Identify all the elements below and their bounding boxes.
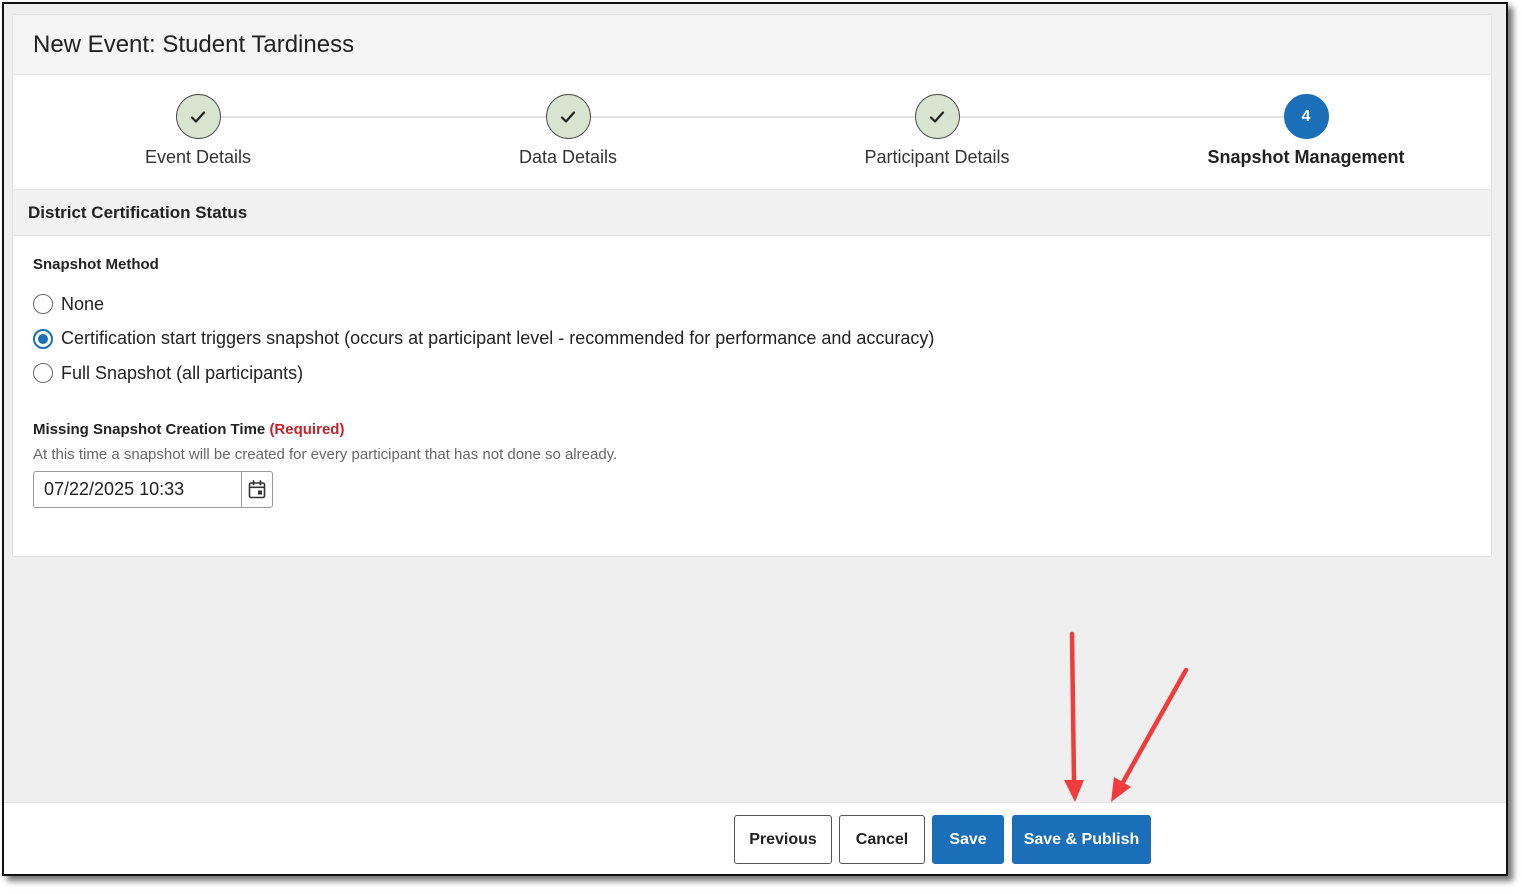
window-frame: New Event: Student Tardiness Event Detai… xyxy=(2,2,1508,876)
event-card: New Event: Student Tardiness Event Detai… xyxy=(12,14,1492,557)
card-header: New Event: Student Tardiness xyxy=(13,15,1491,75)
help-text: At this time a snapshot will be created … xyxy=(33,445,618,463)
step-event-details[interactable]: Event Details xyxy=(78,94,318,168)
save-button[interactable]: Save xyxy=(932,815,1004,864)
radio-label[interactable]: None xyxy=(61,294,104,315)
action-footer: Previous Cancel Save Save & Publish xyxy=(4,802,1506,874)
missing-snapshot-label: Missing Snapshot Creation Time (Required… xyxy=(33,421,1491,438)
radio-option-none[interactable]: None xyxy=(33,287,1491,322)
radio-label[interactable]: Full Snapshot (all participants) xyxy=(61,363,303,384)
field-label-text: Missing Snapshot Creation Time xyxy=(33,420,266,438)
step-label: Participant Details xyxy=(864,147,1010,167)
step-label: Event Details xyxy=(144,147,252,167)
wizard-stepper: Event Details Data Details Participant D… xyxy=(13,75,1491,190)
snapshot-method-radio-group: None Certification start triggers snapsh… xyxy=(33,287,1491,391)
step-data-details[interactable]: Data Details xyxy=(448,94,688,168)
required-indicator: (Required) xyxy=(269,420,345,438)
save-publish-button[interactable]: Save & Publish xyxy=(1012,815,1151,864)
radio-button-selected[interactable] xyxy=(33,328,53,349)
check-icon xyxy=(560,110,576,123)
check-icon xyxy=(929,110,945,123)
previous-button[interactable]: Previous xyxy=(734,815,832,864)
section-title: District Certification Status xyxy=(28,202,248,222)
check-icon xyxy=(190,110,206,123)
radio-button[interactable] xyxy=(33,294,53,315)
step-label: Snapshot Management xyxy=(1207,147,1405,167)
step-label: Data Details xyxy=(518,147,618,167)
stepper-connector-line xyxy=(198,116,1306,118)
page-title: New Event: Student Tardiness xyxy=(33,30,355,58)
step-complete-circle xyxy=(545,94,591,139)
cancel-button[interactable]: Cancel xyxy=(839,815,925,864)
section-header: District Certification Status xyxy=(13,190,1491,236)
datetime-picker[interactable] xyxy=(33,470,273,508)
datetime-input[interactable] xyxy=(34,471,241,507)
calendar-button[interactable] xyxy=(241,471,272,507)
calendar-icon xyxy=(248,479,266,498)
snapshot-method-label: Snapshot Method xyxy=(33,256,159,273)
radio-button[interactable] xyxy=(33,363,53,384)
snapshot-form: Snapshot Method None Certification start… xyxy=(13,236,1491,508)
step-participant-details[interactable]: Participant Details xyxy=(817,94,1057,168)
step-complete-circle xyxy=(914,94,960,139)
radio-option-certification-start[interactable]: Certification start triggers snapshot (o… xyxy=(33,322,1491,357)
step-number-circle: 4 xyxy=(1283,94,1329,139)
missing-snapshot-time-field: Missing Snapshot Creation Time (Required… xyxy=(33,421,1491,508)
radio-label[interactable]: Certification start triggers snapshot (o… xyxy=(61,328,934,349)
step-complete-circle xyxy=(175,94,221,139)
step-snapshot-management[interactable]: 4 Snapshot Management xyxy=(1186,94,1426,168)
radio-option-full-snapshot[interactable]: Full Snapshot (all participants) xyxy=(33,356,1491,391)
